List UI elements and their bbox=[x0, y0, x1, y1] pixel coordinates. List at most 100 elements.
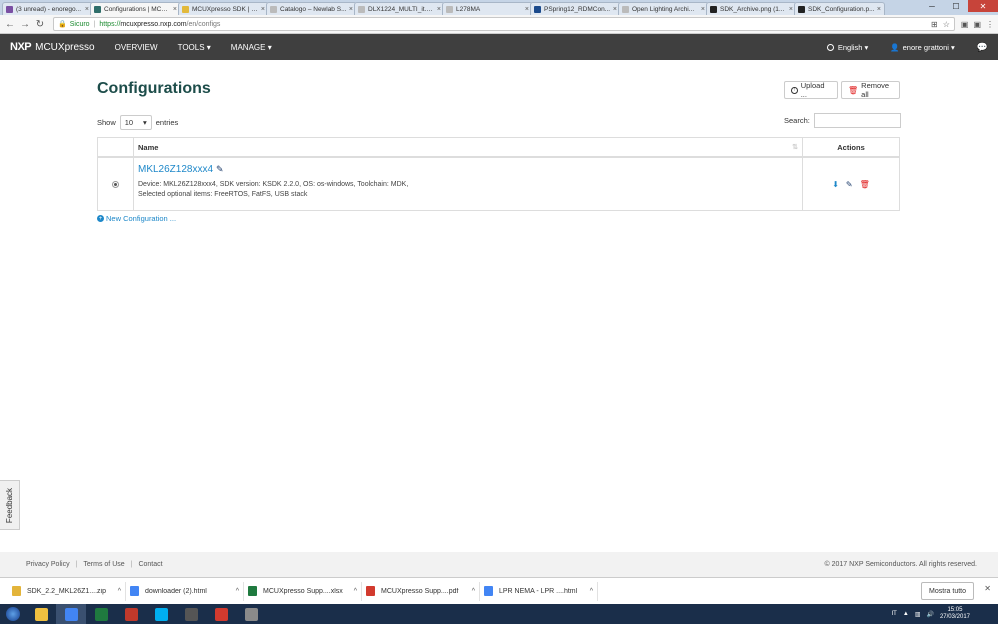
forward-icon[interactable]: → bbox=[19, 19, 31, 30]
extension-icon[interactable]: ▣ bbox=[973, 20, 981, 29]
browser-tab[interactable]: SDK_Archive.png (1... × bbox=[706, 2, 797, 15]
taskbar-app[interactable] bbox=[86, 604, 116, 624]
taskbar-app[interactable] bbox=[146, 604, 176, 624]
browser-tab[interactable]: DLX1224_MULTI_it.p... × bbox=[354, 2, 445, 15]
clock-time: 15:05 bbox=[947, 607, 963, 613]
minimize-icon[interactable]: ─ bbox=[920, 0, 944, 12]
tab-close-icon[interactable]: × bbox=[525, 6, 529, 13]
tab-close-icon[interactable]: × bbox=[613, 6, 617, 13]
address-bar[interactable]: 🔒 Sicuro | https:// mcuxpresso.nxp.com /… bbox=[53, 17, 955, 31]
show-all-downloads-button[interactable]: Mostra tutto bbox=[921, 582, 974, 600]
nav-manage[interactable]: MANAGE ▾ bbox=[231, 43, 272, 52]
network-icon[interactable]: ▥ bbox=[915, 611, 921, 618]
row-radio[interactable] bbox=[112, 180, 119, 188]
entries-select[interactable]: 10 ▾ bbox=[119, 115, 152, 130]
footer-link-contact[interactable]: Contact bbox=[138, 561, 162, 568]
download-menu-caret-icon[interactable]: ^ bbox=[354, 588, 357, 595]
tab-close-icon[interactable]: × bbox=[349, 6, 353, 13]
remove-all-button[interactable]: 🗑 Remove all bbox=[841, 81, 900, 99]
search-input[interactable] bbox=[813, 113, 901, 128]
download-item[interactable]: MCUXpresso Supp....pdf ^ bbox=[362, 581, 480, 601]
name-column-header[interactable]: Name ⇅ bbox=[134, 138, 803, 156]
tab-close-icon[interactable]: × bbox=[789, 6, 793, 13]
browser-tab[interactable]: PSpring12_RDMCon... × bbox=[530, 2, 621, 15]
browser-tab[interactable]: L278MA × bbox=[442, 2, 533, 15]
caret-down-icon: ▾ bbox=[143, 118, 147, 127]
download-menu-caret-icon[interactable]: ^ bbox=[472, 588, 475, 595]
translate-icon[interactable]: ⊞ bbox=[931, 20, 938, 29]
tab-close-icon[interactable]: × bbox=[877, 6, 881, 13]
chat-icon[interactable]: 💬 bbox=[977, 42, 988, 53]
download-item[interactable]: LPR NEMA - LPR ....html ^ bbox=[480, 581, 598, 601]
back-icon[interactable]: ← bbox=[4, 19, 16, 30]
download-item[interactable]: SDK_2.2_MKL26Z1....zip ^ bbox=[8, 581, 126, 601]
download-item[interactable]: downloader (2).html ^ bbox=[126, 581, 244, 601]
browser-tab[interactable]: Catalogo – Newlab S... × bbox=[266, 2, 357, 15]
taskbar-app[interactable] bbox=[56, 604, 86, 624]
sort-icon[interactable]: ⇅ bbox=[792, 143, 798, 151]
browser-tab[interactable]: (3 unread) - enorego... × bbox=[2, 2, 93, 15]
tray-arrow-icon[interactable]: ▲ bbox=[903, 611, 909, 617]
product-name[interactable]: MCUXpresso bbox=[35, 42, 94, 53]
taskbar-app[interactable] bbox=[236, 604, 266, 624]
start-button[interactable] bbox=[0, 604, 26, 624]
download-item[interactable]: MCUXpresso Supp....xlsx ^ bbox=[244, 581, 362, 601]
rename-pencil-icon[interactable]: ✎ bbox=[216, 164, 224, 175]
feedback-tab[interactable]: Feedback bbox=[0, 480, 20, 530]
upload-button[interactable]: ↑ Upload ... bbox=[784, 81, 838, 99]
file-icon bbox=[366, 586, 375, 596]
browser-tab[interactable]: Configurations | MCU... × bbox=[90, 2, 181, 15]
edit-pencil-icon[interactable]: ✎ bbox=[846, 180, 853, 189]
nav-overview[interactable]: OVERVIEW bbox=[115, 43, 158, 52]
close-download-bar-icon[interactable]: ✕ bbox=[984, 584, 991, 593]
delete-trash-icon[interactable]: 🗑 bbox=[860, 180, 870, 189]
download-bar: SDK_2.2_MKL26Z1....zip ^ downloader (2).ht… bbox=[0, 577, 998, 604]
extension-icon[interactable]: ▣ bbox=[961, 20, 969, 29]
browser-toolbar: ← → ↻ 🔒 Sicuro | https:// mcuxpresso.nxp… bbox=[0, 15, 998, 34]
language-label: English ▾ bbox=[837, 42, 869, 52]
user-icon: 👤 bbox=[890, 42, 900, 52]
download-icon[interactable]: ⬇ bbox=[832, 180, 839, 189]
tab-label: Catalogo – Newlab S... bbox=[280, 5, 347, 13]
user-menu[interactable]: 👤 enore grattoni ▾ bbox=[890, 43, 954, 52]
browser-tab[interactable]: SDK_Configuration.p... × bbox=[794, 2, 885, 15]
configuration-name-link[interactable]: MKL26Z128xxx4 bbox=[138, 164, 213, 175]
download-menu-caret-icon[interactable]: ^ bbox=[236, 588, 239, 595]
taskbar-app[interactable] bbox=[26, 604, 56, 624]
nav-tools[interactable]: TOOLS ▾ bbox=[178, 43, 211, 52]
tab-close-icon[interactable]: × bbox=[261, 6, 265, 13]
menu-icon[interactable]: ⋮ bbox=[986, 20, 994, 29]
feedback-label: Feedback bbox=[5, 487, 15, 523]
browser-tab[interactable]: MCUXpresso SDK | N... × bbox=[178, 2, 269, 15]
download-menu-caret-icon[interactable]: ^ bbox=[590, 588, 593, 595]
taskbar-app[interactable] bbox=[176, 604, 206, 624]
tab-close-icon[interactable]: × bbox=[701, 6, 705, 13]
bookmark-star-icon[interactable]: ☆ bbox=[943, 20, 950, 29]
download-menu-caret-icon[interactable]: ^ bbox=[118, 588, 121, 595]
tab-close-icon[interactable]: × bbox=[437, 6, 441, 13]
taskbar-app[interactable] bbox=[116, 604, 146, 624]
tab-close-icon[interactable]: × bbox=[173, 6, 177, 13]
browser-tab-strip: (3 unread) - enorego... × Configurations |… bbox=[0, 0, 998, 15]
tab-label: DLX1224_MULTI_it.p... bbox=[368, 5, 435, 13]
download-filename: MCUXpresso Supp....pdf bbox=[381, 587, 459, 595]
configurations-table: Name ⇅ Actions MKL26Z128xxx4 ✎ Device: M… bbox=[97, 137, 900, 211]
entries-value: 10 bbox=[124, 118, 134, 127]
footer-link-terms[interactable]: Terms of Use bbox=[83, 561, 124, 568]
footer-link-privacy[interactable]: Privacy Policy bbox=[26, 561, 70, 568]
maximize-icon[interactable]: ☐ bbox=[944, 0, 968, 12]
close-window-icon[interactable]: ✕ bbox=[968, 0, 998, 12]
tab-close-icon[interactable]: × bbox=[85, 6, 89, 13]
reload-icon[interactable]: ↻ bbox=[34, 19, 46, 30]
taskbar-app[interactable] bbox=[206, 604, 236, 624]
browser-tab[interactable]: Open Lighting Archi... × bbox=[618, 2, 709, 15]
app-icon bbox=[34, 607, 48, 621]
nxp-logo[interactable]: NXP bbox=[10, 41, 32, 53]
language-selector[interactable]: English ▾ bbox=[826, 42, 869, 52]
volume-icon[interactable]: 🔊 bbox=[926, 611, 933, 618]
new-configuration-link[interactable]: + New Configuration ... bbox=[97, 214, 176, 223]
clock[interactable]: 15:05 27/03/2017 bbox=[940, 607, 970, 621]
page-footer: Privacy Policy | Terms of Use | Contact … bbox=[0, 552, 998, 577]
input-language[interactable]: IT bbox=[892, 611, 897, 617]
configuration-details: Device: MKL26Z128xxx4, SDK version: KSDK… bbox=[138, 181, 409, 188]
